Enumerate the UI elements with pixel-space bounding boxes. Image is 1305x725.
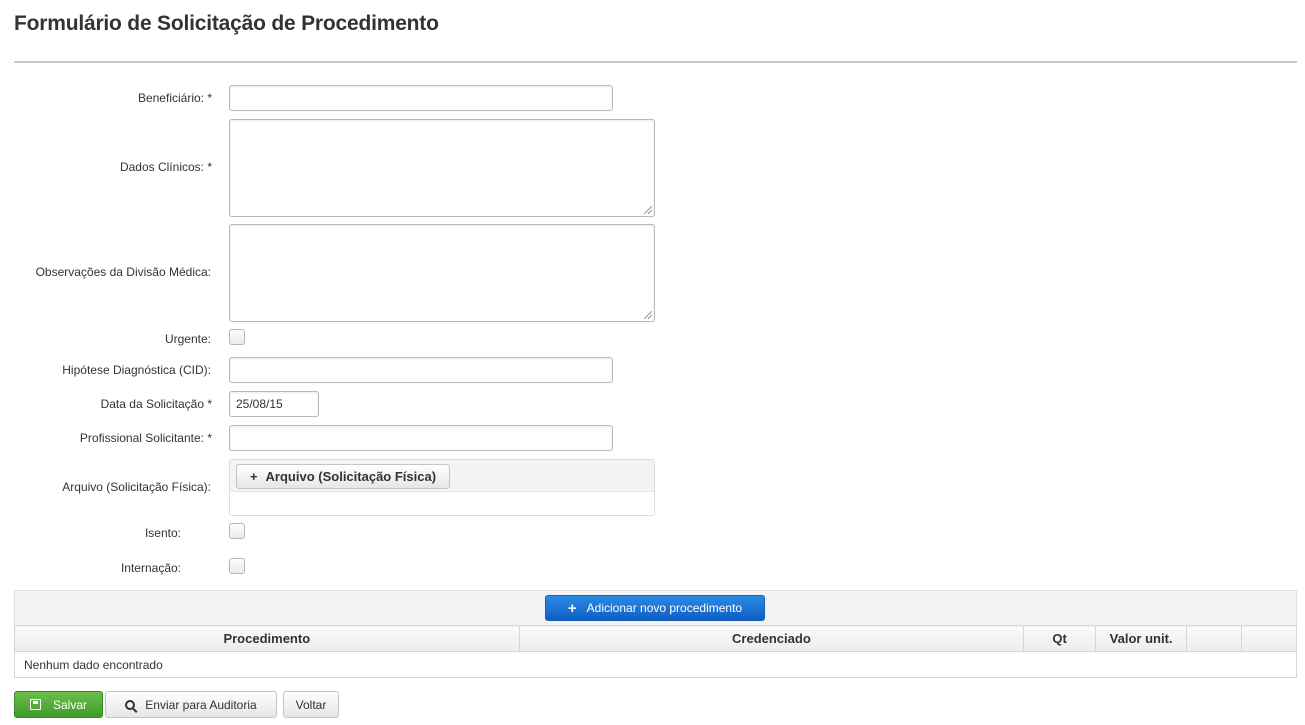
- internacao-label: Internação:: [120, 561, 181, 575]
- urgente-label: Urgente:: [164, 332, 211, 346]
- beneficiario-label: Beneficiário: *: [137, 91, 212, 105]
- observacoes-label: Observações da Divisão Médica:: [35, 265, 211, 279]
- table-header-row: Procedimento Credenciado Qt Valor unit.: [14, 625, 1297, 652]
- column-header-credenciado[interactable]: Credenciado: [518, 625, 1025, 652]
- observacoes-textarea[interactable]: [229, 224, 655, 322]
- search-icon: [125, 699, 136, 710]
- table-row: Nenhum dado encontrado: [14, 651, 1297, 678]
- procedures-toolbar: + Adicionar novo procedimento: [14, 590, 1297, 626]
- plus-icon: +: [249, 469, 258, 484]
- hipotese-label: Hipótese Diagnóstica (CID):: [62, 363, 211, 377]
- title-divider: [14, 61, 1297, 63]
- resize-grip-icon[interactable]: [644, 206, 652, 214]
- beneficiario-input[interactable]: [229, 85, 613, 111]
- column-header-action-2: [1241, 625, 1297, 652]
- upload-file-button-label: Arquivo (Solicitação Física): [265, 469, 437, 484]
- page-title: Formulário de Solicitação de Procediment…: [14, 12, 439, 35]
- procedures-table: Procedimento Credenciado Qt Valor unit. …: [14, 625, 1297, 678]
- send-to-audit-button[interactable]: Enviar para Auditoria: [105, 691, 277, 718]
- file-upload-area: + Arquivo (Solicitação Física): [229, 459, 655, 516]
- plus-icon: +: [567, 599, 577, 617]
- empty-message: Nenhum dado encontrado: [14, 651, 1297, 678]
- upload-file-button[interactable]: + Arquivo (Solicitação Física): [236, 464, 450, 489]
- add-procedure-button[interactable]: + Adicionar novo procedimento: [545, 595, 765, 621]
- column-header-procedimento[interactable]: Procedimento: [14, 625, 520, 652]
- data-solicitacao-label: Data da Solicitação *: [100, 397, 212, 411]
- back-button[interactable]: Voltar: [283, 691, 339, 718]
- column-header-valor-unit[interactable]: Valor unit.: [1095, 625, 1188, 652]
- hipotese-input[interactable]: [229, 357, 613, 383]
- profissional-input[interactable]: [229, 425, 613, 451]
- isento-label: Isento:: [144, 526, 181, 540]
- isento-checkbox[interactable]: [229, 523, 245, 539]
- profissional-label: Profissional Solicitante: *: [79, 431, 212, 445]
- dados-clinicos-textarea[interactable]: [229, 119, 655, 217]
- save-button[interactable]: Salvar: [14, 691, 103, 718]
- internacao-checkbox[interactable]: [229, 558, 245, 574]
- send-to-audit-button-label: Enviar para Auditoria: [145, 697, 257, 712]
- urgente-checkbox[interactable]: [229, 329, 245, 345]
- dados-clinicos-label: Dados Clínicos: *: [119, 160, 212, 174]
- floppy-disk-icon: [29, 699, 41, 710]
- add-procedure-button-label: Adicionar novo procedimento: [586, 601, 743, 615]
- column-header-qt[interactable]: Qt: [1023, 625, 1097, 652]
- arquivo-label: Arquivo (Solicitação Física):: [62, 480, 211, 494]
- data-solicitacao-input[interactable]: [229, 391, 319, 417]
- column-header-action-1: [1186, 625, 1242, 652]
- resize-grip-icon[interactable]: [644, 311, 652, 319]
- back-button-label: Voltar: [295, 697, 327, 712]
- file-upload-bar: + Arquivo (Solicitação Física): [230, 460, 654, 492]
- save-button-label: Salvar: [52, 697, 87, 712]
